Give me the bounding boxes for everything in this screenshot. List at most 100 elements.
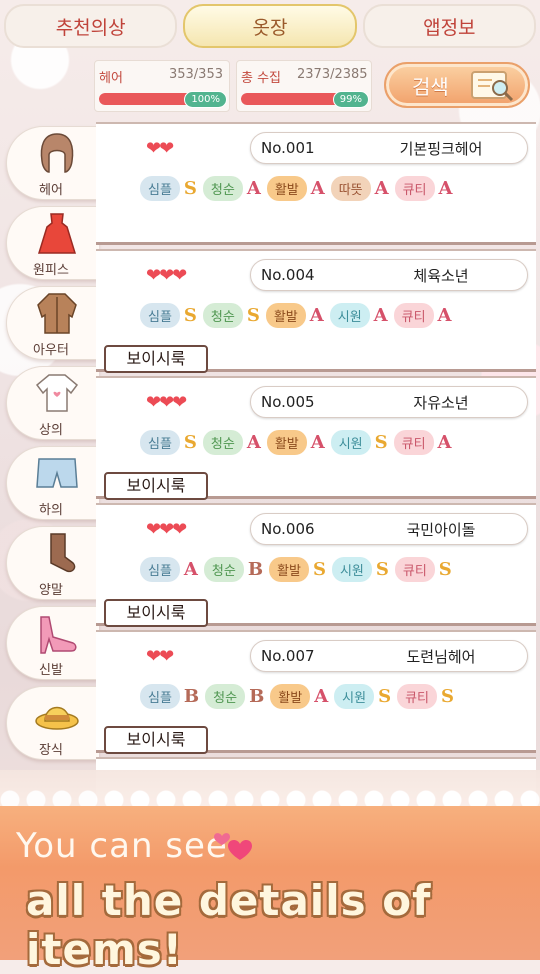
- coat-icon: [37, 293, 77, 334]
- attr-grade: A: [373, 305, 388, 326]
- item-card-004[interactable]: ❤❤❤ No.004 체육소년 심플 S 청순 S 활발 A 시원 A 큐티 A 보이시룩: [96, 249, 536, 373]
- attr-simple: 심플: [140, 176, 180, 201]
- item-name: 국민아이돌: [406, 521, 476, 539]
- sidebar-label: 신발: [39, 663, 63, 678]
- sidebar-item-socks[interactable]: 양말: [6, 526, 99, 600]
- attr-grade: S: [183, 432, 197, 453]
- tab-closet[interactable]: 옷장: [183, 4, 357, 48]
- attr-pure: 청순: [202, 176, 243, 201]
- search-button-label: 검색: [412, 74, 449, 99]
- attr-pure: 청순: [205, 684, 246, 709]
- attr-simple: 심플: [140, 430, 180, 455]
- sidebar-label: 원피스: [33, 263, 69, 278]
- attr-grade: S: [312, 559, 326, 580]
- item-number: No.007: [261, 647, 315, 665]
- sidebar-item-top[interactable]: 상의: [6, 366, 99, 440]
- attr-simple: 심플: [140, 303, 180, 328]
- attr-grade: B: [183, 686, 200, 707]
- heart-icon: [214, 833, 252, 860]
- sidebar-item-outer[interactable]: 아우터: [6, 286, 99, 360]
- sidebar-label: 장식: [39, 743, 63, 758]
- category-sidebar: 헤어 원피스 아우터 상의 하의 양말 신발 장식: [0, 122, 100, 812]
- sidebar-label: 상의: [39, 423, 63, 438]
- attr-grade: S: [378, 686, 392, 707]
- total-stat-value: 2373/2385: [297, 67, 368, 82]
- item-name: 기본핑크헤어: [399, 140, 483, 158]
- attr-grade: A: [374, 178, 389, 199]
- attr-pure: 청순: [203, 557, 244, 582]
- item-name-box: No.007 도련님헤어: [250, 640, 528, 672]
- style-tag: 보이시룩: [104, 345, 208, 373]
- attr-active: 활발: [266, 176, 307, 201]
- promo-banner: You can see all the details of items!: [0, 806, 540, 974]
- attr-cute: 큐티: [394, 176, 435, 201]
- attr-active: 활발: [266, 430, 307, 455]
- item-number: No.001: [261, 139, 315, 157]
- attr-grade: S: [441, 686, 455, 707]
- attr-cute: 큐티: [393, 303, 434, 328]
- attr-simple: 심플: [140, 557, 180, 582]
- rarity-hearts: ❤❤❤: [146, 392, 187, 413]
- item-card-006[interactable]: ❤❤❤ No.006 국민아이돌 심플 A 청순 B 활발 S 시원 S 큐티 S 보이시…: [96, 503, 536, 627]
- lace-border: [0, 770, 540, 810]
- attr-cool: 시원: [329, 303, 370, 328]
- attr-grade: A: [437, 432, 452, 453]
- attr-grade: A: [246, 178, 261, 199]
- sidebar-label: 헤어: [39, 183, 63, 198]
- attr-grade: A: [314, 686, 329, 707]
- attr-cool: 시원: [331, 557, 372, 582]
- item-card-005[interactable]: ❤❤❤ No.005 자유소년 심플 S 청순 A 활발 A 시원 S 큐티 A 보이시룩: [96, 376, 536, 500]
- rarity-hearts: ❤❤: [146, 138, 174, 159]
- attribute-row: 심플 A 청순 B 활발 S 시원 S 큐티 S: [140, 557, 454, 582]
- item-card-001[interactable]: ❤❤ No.001 기본핑크헤어 심플 S 청순 A 활발 A 따뜻 A 큐티 A: [96, 122, 536, 245]
- banner-line-1: You can see: [16, 826, 228, 866]
- sidebar-item-bottom[interactable]: 하의: [6, 446, 99, 520]
- sidebar-label: 하의: [39, 503, 63, 518]
- style-tag: 보이시룩: [104, 599, 208, 627]
- attr-cool: 시원: [330, 430, 371, 455]
- sidebar-item-hair[interactable]: 헤어: [6, 126, 99, 200]
- attribute-row: 심플 S 청순 S 활발 A 시원 A 큐티 A: [140, 303, 454, 328]
- sidebar-item-shoes[interactable]: 신발: [6, 606, 99, 680]
- attr-grade: A: [310, 178, 325, 199]
- attr-simple: 심플: [140, 684, 180, 709]
- top-tabs: 추천의상 옷장 앱정보: [4, 4, 536, 48]
- total-collection-stat: 총 수집 2373/2385 99%: [236, 60, 372, 112]
- total-progress-percent: 99%: [332, 91, 369, 108]
- item-card-007[interactable]: ❤❤ No.007 도련님헤어 심플 B 청순 B 활발 A 시원 S 큐티 S 보이시룩: [96, 630, 536, 754]
- attr-cute: 큐티: [394, 557, 435, 582]
- attr-cool: 시원: [334, 684, 375, 709]
- item-name-box: No.001 기본핑크헤어: [250, 132, 528, 164]
- attr-grade: A: [246, 432, 261, 453]
- attr-grade: S: [183, 305, 197, 326]
- attribute-row: 심플 B 청순 B 활발 A 시원 S 큐티 S: [140, 684, 456, 709]
- attribute-row: 심플 S 청순 A 활발 A 시원 S 큐티 A: [140, 430, 454, 455]
- item-list: ❤❤ No.001 기본핑크헤어 심플 S 청순 A 활발 A 따뜻 A 큐티 A ❤❤❤…: [96, 118, 540, 808]
- sidebar-label: 양말: [39, 583, 63, 598]
- search-button[interactable]: 검색: [384, 62, 530, 108]
- banner-line-2: all the details of items!: [26, 876, 432, 974]
- style-tag: 보이시룩: [104, 726, 208, 754]
- attr-active: 활발: [269, 557, 309, 582]
- attr-grade: A: [183, 559, 198, 580]
- item-number: No.006: [261, 520, 315, 538]
- sidebar-label: 아우터: [33, 343, 69, 358]
- hair-collection-stat: 헤어 353/353 100%: [94, 60, 230, 112]
- tab-app-info[interactable]: 앱정보: [362, 4, 536, 48]
- sidebar-item-accessory[interactable]: 장식: [6, 686, 99, 760]
- attr-grade: B: [247, 559, 264, 580]
- sidebar-item-dress[interactable]: 원피스: [6, 206, 99, 280]
- hair-icon: [40, 133, 74, 173]
- heel-icon: [40, 616, 77, 654]
- tab-recommend[interactable]: 추천의상: [4, 4, 178, 48]
- hair-progress-percent: 100%: [184, 91, 227, 108]
- search-icon: [471, 71, 514, 102]
- hat-icon: [35, 706, 79, 730]
- hair-stat-value: 353/353: [168, 67, 223, 82]
- attr-pure: 청순: [202, 430, 243, 455]
- attr-cute: 큐티: [397, 684, 438, 709]
- style-tag: 보이시룩: [104, 472, 208, 500]
- dress-icon: [37, 213, 77, 254]
- shorts-icon: [36, 458, 78, 488]
- attr-grade: A: [310, 432, 325, 453]
